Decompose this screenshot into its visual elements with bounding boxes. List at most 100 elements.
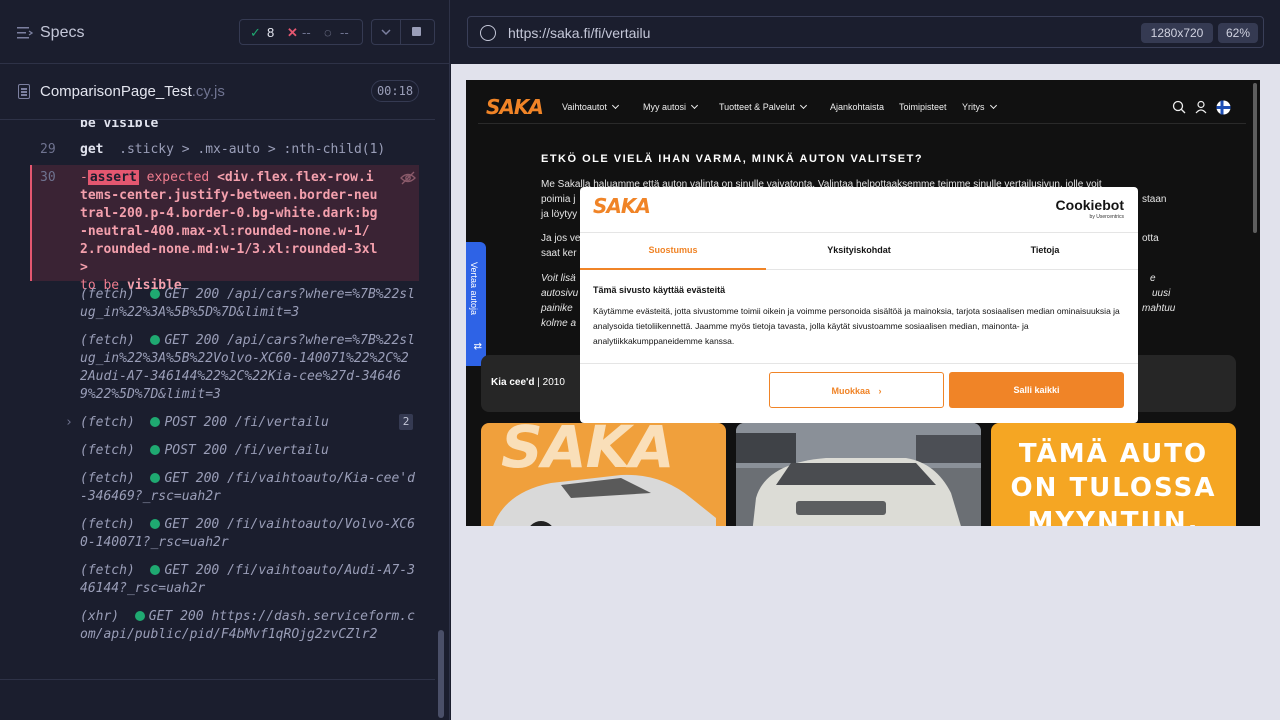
assert-prefix: - [80,170,88,185]
request-method: GET 200 [148,609,204,624]
car-year: | 2010 [537,377,565,388]
request-type: (fetch) [80,471,135,486]
chevron-down-icon [799,101,807,110]
nav-toimipisteet[interactable]: Toimipisteet [899,102,947,112]
intro-text: ja löytyy [541,209,578,220]
url-bar[interactable]: https://saka.fi/fi/vertailu 1280x720 62% [467,16,1264,48]
intro-text: autosivu [541,288,579,299]
status-dot-icon [150,519,161,529]
car-image [493,474,716,526]
request-count-badge: 2 [399,414,413,430]
tab-yksityiskohdat[interactable]: Yksityiskohdat [766,245,952,255]
nav-label: Myy autosi [643,102,687,112]
intro-text: mahtuu [1142,303,1176,314]
user-icon[interactable] [1194,100,1208,114]
allow-all-button[interactable]: Salli kaikki [949,372,1124,408]
cookie-tabs: Suostumus Yksityiskohdat Tietoja [580,232,1138,270]
nav-tuotteet-palvelut[interactable]: Tuotteet & Palvelut [719,101,807,112]
assert-expected: expected [146,170,210,185]
comparison-heading: ETKÖ OLE VIELÄ IHAN VARMA, MINKÄ AUTON V… [541,153,924,165]
status-dot-icon [150,445,161,455]
assert-selector: <div.flex.flex-row.items-center.justify-… [80,170,378,275]
compare-cars-tab[interactable]: Vertaa autoja ⇅ [466,242,486,366]
customize-button[interactable]: Muokkaa › [769,372,944,408]
status-dot-icon [150,335,161,345]
test-stats: ✓ 8 ✕ -- ◌ -- [239,19,363,45]
intro-text: staan [1142,194,1167,205]
finnish-flag-icon[interactable] [1216,100,1231,115]
failed-count: -- [302,25,311,40]
dropdown-button[interactable] [371,19,401,45]
intro-text: poimia j [541,194,576,205]
chevron-right-icon[interactable]: › [65,414,73,432]
nav-myy-autosi[interactable]: Myy autosi [643,101,699,112]
request-type: (fetch) [80,517,135,532]
request-path: /fi/vertailu [234,443,329,458]
cookiebot-logo: Cookiebot [1055,197,1124,213]
spec-file-row: ComparisonPage_Test.cy.js 00:18 [0,64,435,120]
cookie-text: Käytämme evästeitä, jotta sivustomme toi… [593,306,1120,346]
line-number: 29 [40,142,56,157]
divider [0,679,435,680]
nav-ajankohtaista[interactable]: Ajankohtaista [830,102,884,112]
chevron-down-icon [381,29,391,36]
coming-soon-text: TÄMÄ AUTO ON TULOSSA MYYNTIIN. [1010,439,1217,526]
search-icon[interactable] [1172,100,1186,114]
tab-tietoja[interactable]: Tietoja [952,245,1138,255]
chevron-down-icon [611,101,619,110]
nav-label: Yritys [962,102,985,112]
nav-vaihtoautot[interactable]: Vaihtoautot [562,101,619,112]
site-navbar: SAKA Vaihtoautot Myy autosi Tuotteet & P… [478,92,1246,124]
request-type: (fetch) [80,287,135,302]
cookie-consent-dialog: SAKA Cookiebot by Usercentrics Suostumus… [580,187,1138,423]
nav-label: Vaihtoautot [562,102,607,112]
request-path: /fi/vertailu [234,415,329,430]
app-under-test-frame: SAKA Vaihtoautot Myy autosi Tuotteet & P… [466,80,1260,526]
car-card-audi[interactable]: TÄMÄ AUTO ON TULOSSA MYYNTIIN. [991,423,1236,526]
status-dot-icon [150,565,161,575]
divider [580,363,1138,364]
zoom-badge[interactable]: 62% [1218,23,1258,43]
request-type: (fetch) [80,415,135,430]
log-scrollbar[interactable] [438,630,444,718]
car-card-volvo[interactable] [736,423,981,526]
command-log: be visible 29 get .sticky > .mx-auto > :… [30,120,419,668]
page-scrollbar[interactable] [1253,83,1257,233]
request-path: https://dash.serviceform.com/api/public/… [80,609,415,642]
eye-off-icon[interactable] [400,171,416,185]
request-method: GET 200 [164,333,220,348]
saka-logo: SAKA [593,194,651,218]
globe-icon [480,25,496,41]
car-name: Kia cee'd [491,377,535,388]
command-name: get [80,142,104,157]
request-type: (fetch) [80,333,135,348]
request-type: (fetch) [80,563,135,578]
document-icon [18,84,30,99]
car-image [736,423,981,526]
saka-logo[interactable]: SAKA [486,95,544,119]
stop-button[interactable] [401,19,435,45]
status-dot-icon [150,289,161,299]
status-dot-icon [134,611,145,621]
browser-header: https://saka.fi/fi/vertailu 1280x720 62% [451,0,1280,64]
check-icon: ✓ [250,25,261,40]
viewport-size-badge[interactable]: 1280x720 [1141,23,1213,43]
chevron-down-icon [989,101,997,110]
log-line-30-failed-assert[interactable]: 30 - assert expected <div.flex.flex-row.i… [30,165,419,293]
nav-yritys[interactable]: Yritys [962,101,997,112]
menu-icon[interactable] [17,26,33,40]
customize-label: Muokkaa [831,386,870,396]
request-method: GET 200 [164,471,220,486]
car-card-kia[interactable]: SAKA [481,423,726,526]
request-method: GET 200 [164,563,220,578]
specs-title[interactable]: Specs [40,24,84,42]
swap-icon: ⇅ [471,342,482,351]
spec-file-ext: .cy.js [191,83,225,100]
request-type: (fetch) [80,443,135,458]
intro-text: uusi [1152,288,1171,299]
specs-header: Specs ✓ 8 ✕ -- ◌ -- [0,0,450,64]
nav-label: Tuotteet & Palvelut [719,102,795,112]
tab-suostumus[interactable]: Suostumus [580,245,766,255]
spec-file-name[interactable]: ComparisonPage_Test.cy.js [40,83,225,100]
command-arg: .sticky > .mx-auto > :nth-child(1) [119,142,386,157]
